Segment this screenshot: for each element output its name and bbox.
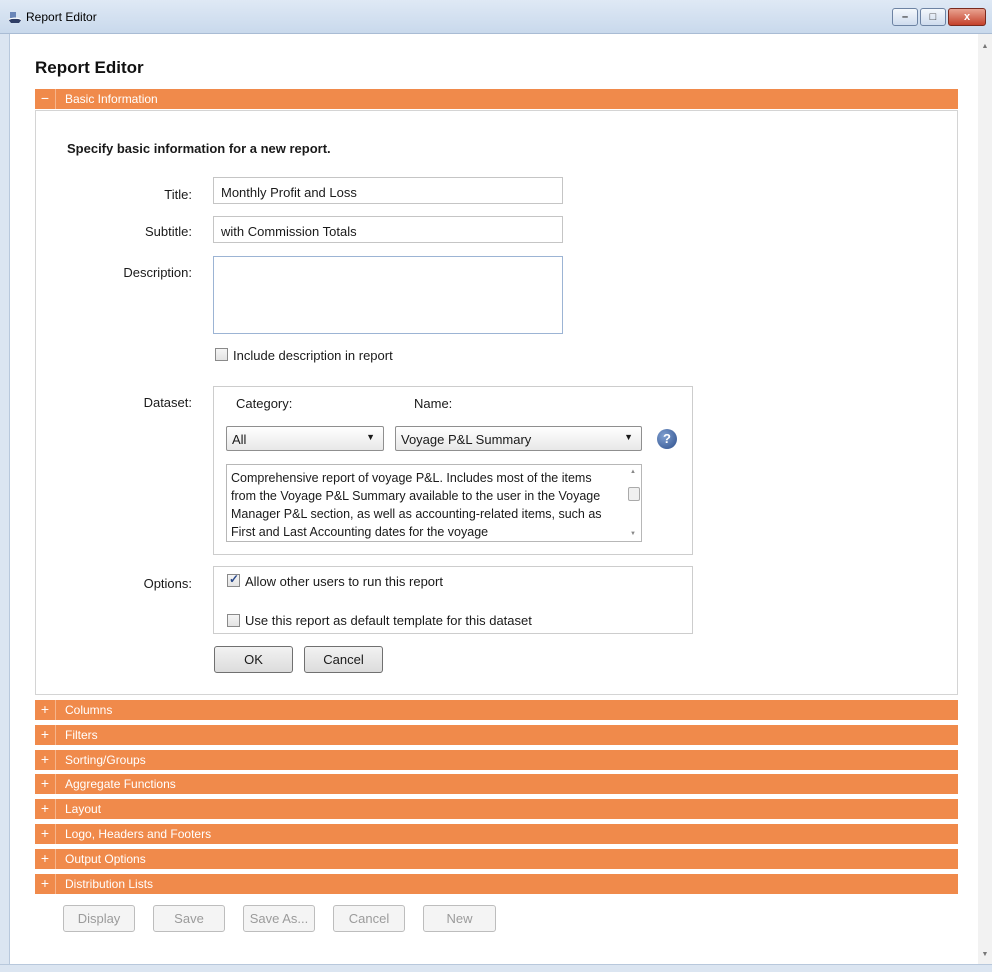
chevron-down-icon: ▼: [366, 432, 375, 442]
section-layout-header[interactable]: + Layout: [35, 799, 958, 819]
category-select[interactable]: All ▼: [226, 426, 384, 451]
allow-others-label[interactable]: Allow other users to run this report: [245, 574, 443, 589]
section-label: Basic Information: [65, 92, 158, 106]
window-title: Report Editor: [26, 10, 97, 24]
help-icon[interactable]: ?: [657, 429, 677, 449]
window-frame-left: [0, 34, 10, 972]
description-field[interactable]: [213, 256, 563, 334]
expand-icon[interactable]: +: [35, 874, 56, 894]
close-button[interactable]: x: [948, 8, 986, 26]
new-button[interactable]: New: [423, 905, 496, 932]
section-columns-header[interactable]: + Columns: [35, 700, 958, 720]
maximize-icon: □: [929, 11, 937, 23]
scroll-down-icon[interactable]: ▼: [978, 948, 992, 962]
subtitle-field[interactable]: with Commission Totals: [213, 216, 563, 243]
expand-icon[interactable]: +: [35, 774, 56, 794]
minimize-button[interactable]: –: [892, 8, 918, 26]
collapse-icon[interactable]: −: [35, 89, 56, 109]
vertical-scrollbar[interactable]: ▲ ▼: [978, 34, 992, 964]
maximize-button[interactable]: □: [920, 8, 946, 26]
section-sorting-groups-header[interactable]: + Sorting/Groups: [35, 750, 958, 770]
window-titlebar[interactable]: Report Editor – □ x: [0, 0, 992, 34]
name-label: Name:: [414, 396, 453, 411]
scroll-thumb[interactable]: [628, 487, 640, 501]
description-label: Description:: [123, 265, 192, 280]
dataset-description-text: Comprehensive report of voyage P&L. Incl…: [231, 471, 602, 539]
section-filters-header[interactable]: + Filters: [35, 725, 958, 745]
section-distribution-lists-header[interactable]: + Distribution Lists: [35, 874, 958, 894]
dataset-description-box[interactable]: Comprehensive report of voyage P&L. Incl…: [226, 464, 642, 542]
close-icon: x: [963, 11, 971, 23]
expand-icon[interactable]: +: [35, 824, 56, 844]
section-label: Aggregate Functions: [65, 777, 176, 791]
section-label: Layout: [65, 802, 102, 816]
dataset-name-select[interactable]: Voyage P&L Summary ▼: [395, 426, 642, 451]
description-scrollbar[interactable]: ▲ ▼: [625, 465, 641, 541]
title-label: Title:: [164, 187, 192, 202]
scroll-up-icon[interactable]: ▲: [625, 469, 641, 475]
include-description-label[interactable]: Include description in report: [233, 348, 393, 363]
title-field[interactable]: Monthly Profit and Loss: [213, 177, 563, 204]
category-label: Category:: [236, 396, 293, 411]
save-as-button[interactable]: Save As...: [243, 905, 315, 932]
cancel-button[interactable]: Cancel: [304, 646, 383, 673]
section-label: Distribution Lists: [65, 877, 154, 891]
scroll-up-icon[interactable]: ▲: [978, 40, 992, 54]
page-title: Report Editor: [35, 58, 144, 77]
window-frame-bottom: [0, 964, 992, 972]
footer-cancel-button[interactable]: Cancel: [333, 905, 405, 932]
expand-icon[interactable]: +: [35, 700, 56, 720]
expand-icon[interactable]: +: [35, 799, 56, 819]
section-label: Sorting/Groups: [65, 753, 146, 767]
section-logo-headers-footers-header[interactable]: + Logo, Headers and Footers: [35, 824, 958, 844]
section-basic-information-header[interactable]: − Basic Information: [35, 89, 958, 109]
expand-icon[interactable]: +: [35, 725, 56, 745]
app-ship-icon: [7, 12, 23, 23]
expand-icon[interactable]: +: [35, 849, 56, 869]
section-intro-text: Specify basic information for a new repo…: [67, 141, 331, 156]
minimize-icon: –: [901, 11, 909, 23]
allow-others-checkbox[interactable]: [227, 572, 240, 587]
window-controls: – □ x: [892, 8, 986, 26]
expand-icon[interactable]: +: [35, 750, 56, 770]
display-button[interactable]: Display: [63, 905, 135, 932]
section-aggregate-functions-header[interactable]: + Aggregate Functions: [35, 774, 958, 794]
include-description-checkbox[interactable]: [215, 348, 228, 361]
dataset-name-value: Voyage P&L Summary: [401, 432, 532, 447]
options-label: Options:: [143, 576, 192, 591]
section-label: Output Options: [65, 852, 146, 866]
save-button[interactable]: Save: [153, 905, 225, 932]
section-output-options-header[interactable]: + Output Options: [35, 849, 958, 869]
chevron-down-icon: ▼: [624, 432, 633, 442]
dataset-label: Dataset:: [143, 395, 192, 410]
subtitle-label: Subtitle:: [145, 224, 192, 239]
category-value: All: [232, 432, 247, 447]
section-label: Filters: [65, 728, 98, 742]
default-template-checkbox[interactable]: [227, 614, 240, 627]
ok-button[interactable]: OK: [214, 646, 293, 673]
default-template-label[interactable]: Use this report as default template for …: [245, 613, 532, 628]
section-label: Logo, Headers and Footers: [65, 827, 212, 841]
section-label: Columns: [65, 703, 113, 717]
scroll-down-icon[interactable]: ▼: [625, 531, 641, 537]
